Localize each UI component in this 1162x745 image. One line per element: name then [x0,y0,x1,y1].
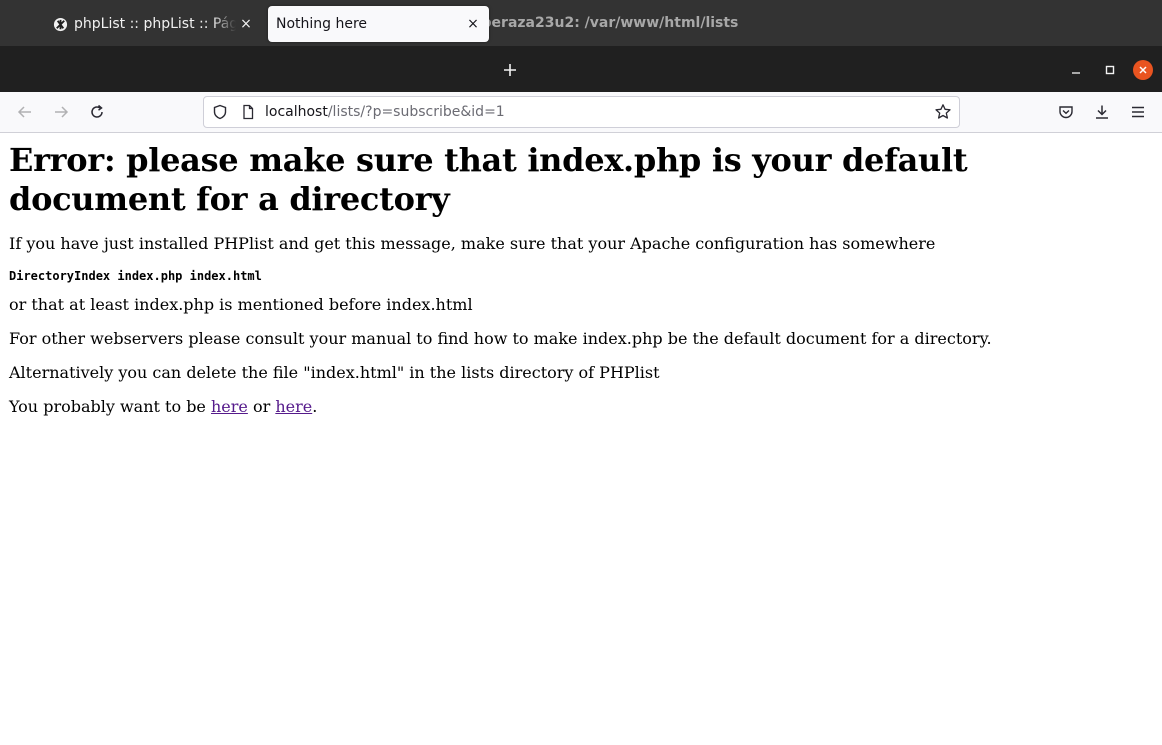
alternative-message: Alternatively you can delete the file "i… [9,363,660,382]
hamburger-menu-icon [1132,106,1144,118]
download-icon [1096,105,1108,119]
redirect-prefix: You probably want to be [9,397,211,416]
address-bar[interactable]: localhost/lists/?p=subscribe&id=1 [203,96,960,128]
directory-index-code: DirectoryIndex index.php index.html [9,269,262,283]
reload-icon [91,104,103,118]
tab-nothing-here[interactable]: Nothing here × [268,6,489,42]
install-message: If you have just installed PHPlist and g… [9,234,936,253]
close-icon [1139,66,1147,74]
minimize-icon [1072,72,1080,74]
tab-title: phpList :: phpList :: Página [74,16,236,32]
new-tab-button[interactable] [498,58,522,82]
arrow-left-icon [17,106,31,118]
url-host: localhost [265,104,328,120]
arrow-right-icon [55,106,69,118]
here-link-2[interactable]: here [275,397,312,416]
tab-phplist[interactable]: phpList :: phpList :: Página × [40,6,262,42]
close-window-button[interactable] [1133,60,1153,80]
menu-button[interactable] [1128,102,1148,122]
bookmark-star-icon[interactable] [934,103,952,125]
tab-title: Nothing here [276,16,368,32]
order-message: or that at least index.php is mentioned … [9,295,473,314]
minimize-button[interactable] [1066,60,1086,80]
reload-button[interactable] [87,102,107,122]
maximize-button[interactable] [1100,60,1120,80]
error-heading: Error: please make sure that index.php i… [9,141,968,218]
plus-icon [504,64,516,76]
close-tab-icon[interactable]: × [236,14,256,34]
navigation-toolbar: localhost/lists/?p=subscribe&id=1 [0,92,1162,133]
redirect-suffix: . [312,397,318,416]
here-link-1[interactable]: here [211,397,248,416]
maximize-icon [1105,65,1115,75]
redirect-middle: or [247,397,276,416]
page-icon[interactable] [240,104,256,124]
redirect-message: You probably want to be here or here. [9,397,1153,416]
shield-icon[interactable] [212,104,228,124]
pocket-icon [1059,106,1073,119]
close-tab-icon[interactable]: × [463,14,483,34]
page-content: Error: please make sure that index.php i… [0,133,1162,745]
tab-strip [0,46,1162,92]
downloads-button[interactable] [1092,102,1112,122]
pocket-button[interactable] [1056,102,1076,122]
url-path: /lists/?p=subscribe&id=1 [327,104,505,120]
phplist-favicon-icon [52,16,68,32]
back-button[interactable] [15,102,35,122]
url-text[interactable]: localhost/lists/?p=subscribe&id=1 [265,97,505,127]
webserver-message: For other webservers please consult your… [9,329,992,348]
forward-button[interactable] [51,102,71,122]
